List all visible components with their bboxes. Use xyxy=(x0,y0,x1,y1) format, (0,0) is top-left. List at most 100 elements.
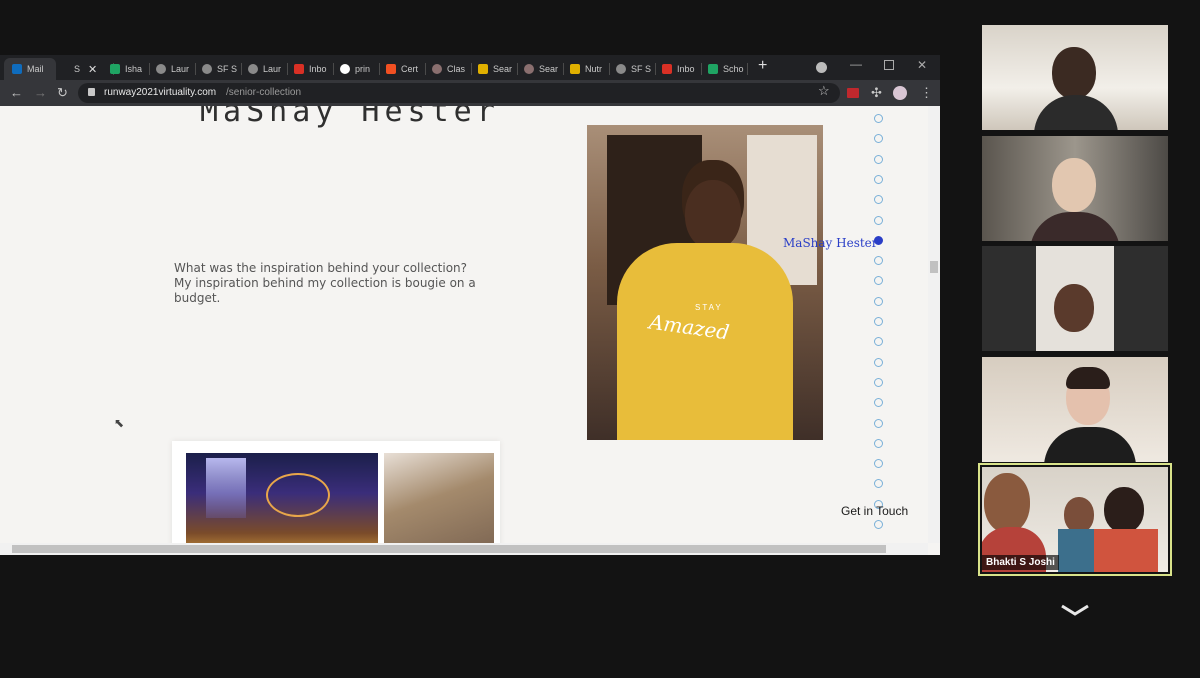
nav-dot[interactable] xyxy=(874,418,883,428)
shared-screen-browser-window: Mail S ✕ Isha Laur SF S Laur Inbo prin C… xyxy=(0,55,940,555)
browser-tab[interactable]: Laur xyxy=(152,58,196,80)
minimize-icon[interactable]: — xyxy=(850,57,862,71)
address-bar[interactable]: runway2021virtuality.com /senior-collect… xyxy=(78,83,840,103)
tab-separator xyxy=(241,63,242,75)
nav-dot[interactable] xyxy=(874,134,883,144)
tab-label: Scho xyxy=(723,64,744,74)
forward-arrow-icon[interactable]: → xyxy=(34,80,47,106)
tab-label: Isha xyxy=(125,64,143,74)
nav-dot[interactable] xyxy=(874,276,883,286)
puzzle-extensions-icon[interactable]: ✣ xyxy=(871,80,882,106)
browser-tab-strip: Mail S ✕ Isha Laur SF S Laur Inbo prin C… xyxy=(0,55,940,80)
tab-separator xyxy=(195,63,196,75)
vertical-scrollbar[interactable] xyxy=(928,106,940,543)
nav-dot[interactable] xyxy=(874,174,883,184)
horizontal-scrollbar[interactable] xyxy=(0,543,928,555)
browser-tab[interactable]: Inbo xyxy=(290,58,334,80)
participant-video-tile[interactable] xyxy=(982,357,1168,462)
browser-tab[interactable]: Nutr xyxy=(566,58,610,80)
tab-label: Sear xyxy=(493,64,513,74)
tab-label: Sear xyxy=(539,64,559,74)
extension-icon[interactable] xyxy=(847,88,859,98)
browser-tab[interactable]: Clas xyxy=(428,58,472,80)
browser-tab[interactable]: Inbo xyxy=(658,58,702,80)
inspiration-text-block: What was the inspiration behind your col… xyxy=(174,261,484,306)
scroll-down-chevron-icon[interactable] xyxy=(1060,600,1090,620)
participant-head xyxy=(984,473,1030,533)
nav-dot[interactable] xyxy=(874,520,883,529)
nav-dot[interactable] xyxy=(874,337,883,347)
close-tab-icon[interactable]: ✕ xyxy=(88,63,97,76)
tab-label: prin xyxy=(355,64,371,74)
nav-dot[interactable] xyxy=(874,296,883,306)
back-arrow-icon[interactable]: ← xyxy=(10,80,23,106)
url-domain: runway2021virtuality.com xyxy=(104,87,217,98)
browser-tab[interactable]: prin xyxy=(336,58,380,80)
browser-tab[interactable]: Isha xyxy=(106,58,150,80)
tab-label: S xyxy=(74,64,81,74)
new-tab-button[interactable]: + xyxy=(758,57,767,75)
nav-active-label[interactable]: MaShay Hester xyxy=(783,236,878,250)
participant-head xyxy=(1104,487,1144,533)
participant-video-tile[interactable] xyxy=(982,246,1168,351)
drive-favicon-icon xyxy=(110,64,120,74)
browser-tab[interactable]: Scho xyxy=(704,58,748,80)
participant-shoulders xyxy=(1044,427,1136,462)
lock-icon xyxy=(88,88,95,96)
photo-face xyxy=(685,180,741,250)
tab-separator xyxy=(609,63,610,75)
close-window-icon[interactable]: ✕ xyxy=(917,58,927,72)
restore-icon[interactable] xyxy=(884,60,894,70)
browser-toolbar: ← → ↻ runway2021virtuality.com /senior-c… xyxy=(0,80,940,106)
nutrition-favicon-icon xyxy=(570,64,580,74)
browser-tab[interactable]: SF S xyxy=(612,58,656,80)
get-in-touch-link[interactable]: Get in Touch xyxy=(841,504,908,518)
tab-search-icon[interactable] xyxy=(816,62,827,73)
browser-tab[interactable]: Mail xyxy=(4,58,56,80)
photo-yellow-sweatshirt xyxy=(617,243,793,440)
nav-dot[interactable] xyxy=(874,215,883,225)
search-favicon-icon xyxy=(524,64,534,74)
horizontal-scroll-thumb[interactable] xyxy=(12,545,886,553)
nav-dot[interactable] xyxy=(874,114,883,123)
participant-video-tile[interactable] xyxy=(982,136,1168,241)
bookmark-star-icon[interactable]: ☆ xyxy=(818,83,830,99)
nav-dot[interactable] xyxy=(874,398,883,408)
participant-video-tile-active-speaker[interactable]: Bhakti S Joshi xyxy=(982,467,1168,572)
nav-dot[interactable] xyxy=(874,317,883,326)
more-menu-icon[interactable]: ⋮ xyxy=(920,80,933,106)
inspiration-question: What was the inspiration behind your col… xyxy=(174,261,468,275)
nav-dot[interactable] xyxy=(874,438,883,448)
nav-dot[interactable] xyxy=(874,256,883,266)
browser-tab[interactable]: Sear xyxy=(474,58,518,80)
tab-label: Clas xyxy=(447,64,466,74)
vertical-scroll-thumb[interactable] xyxy=(930,261,938,273)
participant-video-tile[interactable] xyxy=(982,25,1168,130)
tab-separator xyxy=(517,63,518,75)
browser-tab[interactable]: SF S xyxy=(198,58,242,80)
gallery-image-sequin-dress[interactable] xyxy=(384,453,494,553)
nav-dot[interactable] xyxy=(874,459,883,469)
tab-separator xyxy=(149,63,150,75)
browser-tab[interactable]: Cert xyxy=(382,58,426,80)
gallery-image-chandelier[interactable] xyxy=(186,453,378,553)
nav-dot[interactable] xyxy=(874,195,883,205)
tab-separator xyxy=(333,63,334,75)
participant-head xyxy=(1064,497,1094,533)
profile-avatar-icon[interactable] xyxy=(893,86,907,100)
browser-tab[interactable]: Sear xyxy=(520,58,564,80)
gmail-favicon-icon xyxy=(294,64,304,74)
tab-separator xyxy=(287,63,288,75)
nav-dot[interactable] xyxy=(874,154,883,164)
designer-name-heading: MaShay Hester xyxy=(200,106,500,129)
browser-tab[interactable]: Laur xyxy=(244,58,288,80)
nav-dot[interactable] xyxy=(874,377,883,387)
reload-icon[interactable]: ↻ xyxy=(57,80,68,106)
shirt-text-stay: STAY xyxy=(695,303,723,312)
tab-separator xyxy=(701,63,702,75)
nav-dot[interactable] xyxy=(874,479,883,489)
nav-dot[interactable] xyxy=(874,357,883,367)
participant-head xyxy=(1052,47,1096,99)
section-nav-dots xyxy=(870,114,890,544)
chandelier xyxy=(266,473,330,517)
